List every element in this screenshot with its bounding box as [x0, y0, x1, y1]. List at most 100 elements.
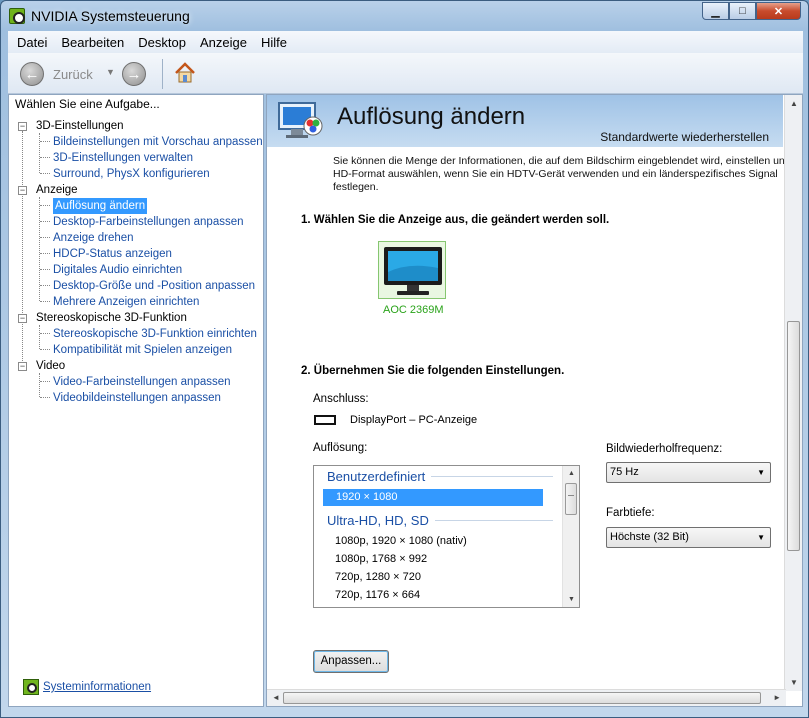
menu-hilfe[interactable]: Hilfe	[254, 33, 294, 52]
monitor-label[interactable]: AOC 2369M	[383, 304, 444, 316]
tree-line	[39, 133, 40, 173]
tree-item-digitales-audio[interactable]: Digitales Audio einrichten	[53, 262, 182, 278]
list-item[interactable]: 1080p, 1920 × 1080 (nativ)	[335, 533, 467, 550]
tree-group-video[interactable]: Video	[36, 358, 65, 374]
adjust-button[interactable]: Anpassen...	[313, 650, 389, 673]
tree-item-anzeige-drehen[interactable]: Anzeige drehen	[53, 230, 134, 246]
color-depth-value: Höchste (32 Bit)	[610, 531, 689, 543]
collapse-icon[interactable]: −	[18, 314, 27, 323]
tree-line	[40, 333, 50, 334]
task-sidebar: Wählen Sie eine Aufgabe... − 3D-Einstell…	[8, 94, 264, 707]
tree-item-3d-verwalten[interactable]: 3D-Einstellungen verwalten	[53, 150, 193, 166]
nvidia-info-icon	[23, 679, 39, 695]
tree-item-surround-physx[interactable]: Surround, PhysX konfigurieren	[53, 166, 210, 182]
tree-group-anzeige[interactable]: Anzeige	[36, 182, 78, 198]
tree-line	[40, 205, 50, 206]
menu-bearbeiten[interactable]: Bearbeiten	[54, 33, 131, 52]
close-button[interactable]: ✕	[756, 2, 801, 20]
chevron-down-icon: ▼	[757, 468, 765, 477]
menu-datei[interactable]: Datei	[10, 33, 54, 52]
list-group-label: Benutzerdefiniert	[327, 469, 426, 484]
system-info-link[interactable]: Systeminformationen	[23, 679, 151, 695]
menu-desktop[interactable]: Desktop	[131, 33, 193, 52]
refresh-rate-select[interactable]: 75 Hz ▼	[606, 462, 771, 483]
tree-item-farbeinstellungen[interactable]: Desktop-Farbeinstellungen anpassen	[53, 214, 244, 230]
tree-line	[40, 237, 50, 238]
tree-item-bildeinstellungen[interactable]: Bildeinstellungen mit Vorschau anpassen	[53, 134, 263, 150]
scroll-down-icon[interactable]: ▼	[568, 596, 575, 603]
menu-anzeige[interactable]: Anzeige	[193, 33, 254, 52]
grip-icon	[568, 495, 574, 496]
intro-text: Sie können die Menge der Informationen, …	[333, 155, 785, 193]
minimize-icon: ▁	[711, 5, 720, 18]
refresh-rate-label: Bildwiederholfrequenz:	[606, 443, 723, 455]
vertical-scroll-thumb[interactable]	[787, 321, 800, 551]
tree-item-aufloesung-aendern[interactable]: Auflösung ändern	[53, 198, 148, 214]
tree-group-stereo-3d[interactable]: Stereoskopische 3D-Funktion	[36, 310, 187, 326]
window-title: NVIDIA Systemsteuerung	[31, 8, 190, 24]
content-horizontal-scrollbar[interactable]: ◄ ►	[267, 689, 786, 706]
content-vertical-scrollbar[interactable]: ▲ ▼	[784, 95, 802, 691]
arrow-right-icon: →	[126, 65, 142, 83]
tree-item-kompatibilitaet[interactable]: Kompatibilität mit Spielen anzeigen	[53, 342, 232, 358]
tree-line	[40, 141, 50, 142]
restore-defaults-link[interactable]: Standardwerte wiederherstellen	[600, 130, 769, 144]
forward-button[interactable]: →	[122, 62, 146, 86]
back-button[interactable]: ←	[20, 62, 44, 86]
collapse-icon[interactable]: −	[18, 362, 27, 371]
scroll-right-icon[interactable]: ►	[773, 693, 781, 702]
collapse-icon[interactable]: −	[18, 122, 27, 131]
listbox-scrollbar[interactable]: ▲ ▼	[562, 466, 579, 607]
scroll-up-icon[interactable]: ▲	[790, 99, 798, 108]
list-group-label: Ultra-HD, HD, SD	[327, 513, 429, 528]
list-item[interactable]: 720p, 1280 × 720	[335, 569, 421, 586]
arrow-left-icon: ←	[24, 65, 40, 83]
chevron-down-icon: ▼	[757, 533, 765, 542]
scroll-left-icon[interactable]: ◄	[272, 693, 280, 702]
back-label[interactable]: Zurück	[53, 67, 93, 82]
tree-item-desktop-groesse[interactable]: Desktop-Größe und -Position anpassen	[53, 278, 255, 294]
connector-label: Anschluss:	[313, 393, 369, 405]
tree-line	[40, 301, 50, 302]
window-controls: ▁ □ ✕	[702, 2, 801, 20]
tree-line	[22, 131, 23, 371]
history-dropdown-icon[interactable]: ▼	[106, 67, 115, 77]
monitor-tile[interactable]	[378, 241, 446, 299]
tree-item-video-farbe[interactable]: Video-Farbeinstellungen anpassen	[53, 374, 231, 390]
nvidia-app-icon	[9, 8, 25, 24]
title-bar[interactable]: NVIDIA Systemsteuerung ▁ □ ✕	[1, 1, 808, 31]
menu-bar: Datei Bearbeiten Desktop Anzeige Hilfe	[8, 31, 803, 53]
tree-line	[40, 349, 50, 350]
scroll-down-icon[interactable]: ▼	[790, 678, 798, 687]
list-item[interactable]: 720p, 1176 × 664	[335, 587, 420, 604]
minimize-button[interactable]: ▁	[702, 2, 729, 20]
tree-line	[40, 397, 50, 398]
scroll-up-icon[interactable]: ▲	[568, 470, 575, 477]
tree-item-mehrere-anzeigen[interactable]: Mehrere Anzeigen einrichten	[53, 294, 199, 310]
page-banner: Auflösung ändern Standardwerte wiederher…	[267, 95, 783, 147]
list-item[interactable]: 1080p, 1768 × 992	[335, 551, 427, 568]
list-group-header: Benutzerdefiniert	[327, 469, 553, 484]
sidebar-header: Wählen Sie eine Aufgabe...	[15, 97, 160, 111]
tree-item-stereo-einrichten[interactable]: Stereoskopische 3D-Funktion einrichten	[53, 326, 257, 342]
tree-line	[40, 381, 50, 382]
tree-line	[40, 173, 50, 174]
tree-line	[40, 285, 50, 286]
maximize-button[interactable]: □	[729, 2, 756, 20]
list-item-selected[interactable]: 1920 × 1080	[323, 489, 543, 506]
content-panel: Auflösung ändern Standardwerte wiederher…	[266, 94, 803, 707]
tree-group-3d-settings[interactable]: 3D-Einstellungen	[36, 118, 124, 134]
resolution-listbox[interactable]: Benutzerdefiniert 1920 × 1080 Ultra-HD, …	[313, 465, 580, 608]
toolbar: ← Zurück ▼ →	[8, 53, 803, 94]
listbox-scroll-thumb[interactable]	[565, 483, 577, 515]
system-info-label[interactable]: Systeminformationen	[43, 681, 151, 693]
tree-item-videobild[interactable]: Videobildeinstellungen anpassen	[53, 390, 221, 406]
tree-item-hdcp-status[interactable]: HDCP-Status anzeigen	[53, 246, 172, 262]
color-depth-select[interactable]: Höchste (32 Bit) ▼	[606, 527, 771, 548]
displayport-icon	[314, 415, 336, 425]
task-tree: − 3D-Einstellungen Bildeinstellungen mit…	[18, 118, 263, 406]
tree-line	[39, 325, 40, 349]
collapse-icon[interactable]: −	[18, 186, 27, 195]
home-button[interactable]	[173, 61, 197, 85]
horizontal-scroll-thumb[interactable]	[283, 692, 761, 704]
